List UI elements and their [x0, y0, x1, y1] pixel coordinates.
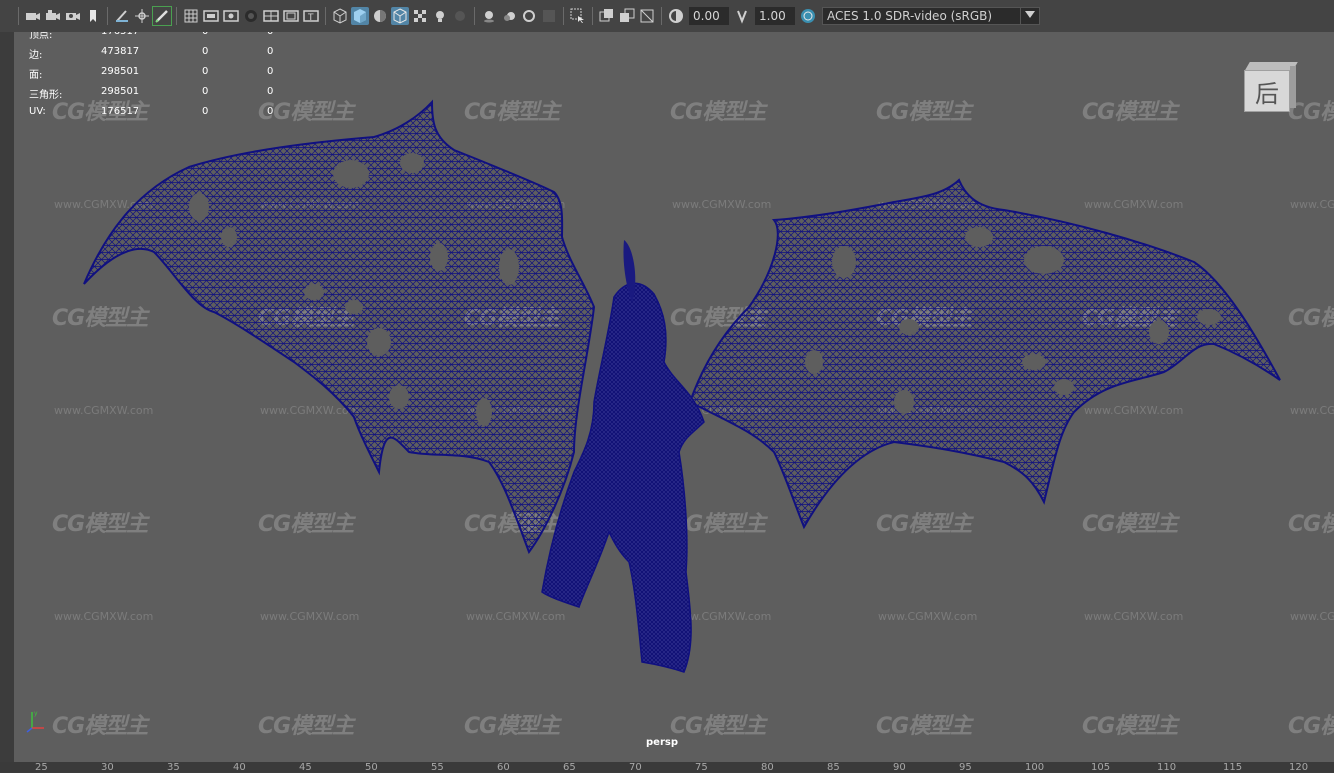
persp-viewport[interactable]: CG模型主CG模型主CG模型主CG模型主CG模型主CG模型主CG模型主CG模型主…: [14, 32, 1334, 762]
isolate-select-icon[interactable]: [569, 7, 587, 25]
toolbar-row: T 0.00 1.00 ACES 1.0 SDR-video (sRGB): [14, 5, 1040, 27]
shadows-icon[interactable]: [451, 7, 469, 25]
toolbar-separator: [563, 7, 564, 25]
field-chart-icon[interactable]: [262, 7, 280, 25]
stat-edges-count: 473817: [101, 46, 140, 57]
default-material-icon[interactable]: [371, 7, 389, 25]
exposure-field[interactable]: 0.00: [689, 7, 729, 25]
panel-toolbar: T 0.00 1.00 ACES 1.0 SDR-video (sRGB): [0, 0, 1334, 32]
maya-viewport-window: T 0.00 1.00 ACES 1.0 SDR-video (sRGB) CG…: [0, 0, 1334, 773]
stat-faces-selected: 0: [202, 66, 209, 77]
stat-label-vertices: 顶点:: [29, 32, 53, 41]
camera-attributes-icon[interactable]: [44, 7, 62, 25]
gamma-icon[interactable]: [733, 7, 751, 25]
stat-label-faces: 面:: [29, 70, 43, 81]
toolbar-separator: [661, 7, 662, 25]
toolbar-separator: [592, 7, 593, 25]
stat-uvs-tris: 0: [267, 106, 274, 117]
wireframe-icon[interactable]: [331, 7, 349, 25]
stat-uvs-count: 176517: [101, 106, 140, 117]
stat-triangles-selected: 0: [202, 86, 209, 97]
color-space-value: ACES 1.0 SDR-video (sRGB): [827, 9, 993, 23]
smooth-shade-icon[interactable]: [351, 7, 369, 25]
grease-pencil-icon[interactable]: [113, 7, 131, 25]
color-space-dropdown[interactable]: ACES 1.0 SDR-video (sRGB): [822, 7, 1040, 25]
toolbar-separator: [474, 7, 475, 25]
toolbar-separator: [107, 7, 108, 25]
safe-title-icon[interactable]: T: [302, 7, 320, 25]
gate-mask-icon[interactable]: [242, 7, 260, 25]
textured-icon[interactable]: [411, 7, 429, 25]
gamma-field[interactable]: 1.00: [755, 7, 795, 25]
grease-pencil-draw-icon[interactable]: [152, 6, 172, 26]
depth-of-field-icon[interactable]: [540, 7, 558, 25]
xray-joints-icon[interactable]: [618, 7, 636, 25]
chevron-down-icon[interactable]: [1025, 11, 1035, 18]
screen-space-ao-icon[interactable]: [480, 7, 498, 25]
wireframe-on-shaded-icon[interactable]: [391, 7, 409, 25]
xray-icon[interactable]: [598, 7, 616, 25]
use-all-lights-icon[interactable]: [431, 7, 449, 25]
stat-vertices-selected: 0: [202, 32, 208, 37]
stat-label-triangles: 三角形:: [29, 90, 63, 101]
stat-edges-selected: 0: [202, 46, 209, 57]
stat-label-uvs: UV:: [29, 106, 46, 117]
toolbar-separator: [18, 7, 19, 25]
stat-vertices-tris: 0: [267, 32, 273, 37]
axis-gizmo-icon: y: [26, 710, 44, 733]
view-cube[interactable]: 后: [1242, 60, 1298, 112]
image-plane-icon[interactable]: [84, 7, 102, 25]
left-panel-edge: [0, 32, 14, 762]
stat-triangles-tris: 0: [267, 86, 274, 97]
grid-icon[interactable]: [182, 7, 200, 25]
2d-pan-zoom-icon[interactable]: [133, 7, 151, 25]
backface-culling-icon[interactable]: [638, 7, 656, 25]
svg-text:y: y: [34, 710, 38, 717]
camera-select-icon[interactable]: [24, 7, 42, 25]
resolution-gate-icon[interactable]: [222, 7, 240, 25]
svg-text:T: T: [307, 13, 314, 23]
demon-wireframe-model[interactable]: [14, 32, 1334, 762]
stat-faces-count: 298501: [101, 66, 140, 77]
motion-blur-icon[interactable]: [500, 7, 518, 25]
view-cube-back-face[interactable]: 后: [1244, 70, 1290, 112]
stat-faces-tris: 0: [267, 66, 274, 77]
toolbar-separator: [176, 7, 177, 25]
toolbar-separator: [325, 7, 326, 25]
multisample-aa-icon[interactable]: [520, 7, 538, 25]
film-gate-icon[interactable]: [202, 7, 220, 25]
color-management-icon[interactable]: [799, 7, 817, 25]
exposure-icon[interactable]: [667, 7, 685, 25]
stat-uvs-selected: 0: [202, 106, 209, 117]
stat-label-edges: 边:: [29, 50, 43, 61]
stat-triangles-count: 298501: [101, 86, 140, 97]
view-cube-side[interactable]: [1290, 66, 1296, 108]
camera-name-label: persp: [646, 737, 678, 748]
timeline-ruler[interactable]: 25 30 35 40 45 50 55 60 65 70 75 80 85 90 95 100 105 110 1…: [0, 762, 1334, 773]
stat-vertices-count: 176517: [101, 32, 139, 37]
bookmark-camera-icon[interactable]: [64, 7, 82, 25]
stat-edges-tris: 0: [267, 46, 274, 57]
safe-action-icon[interactable]: [282, 7, 300, 25]
